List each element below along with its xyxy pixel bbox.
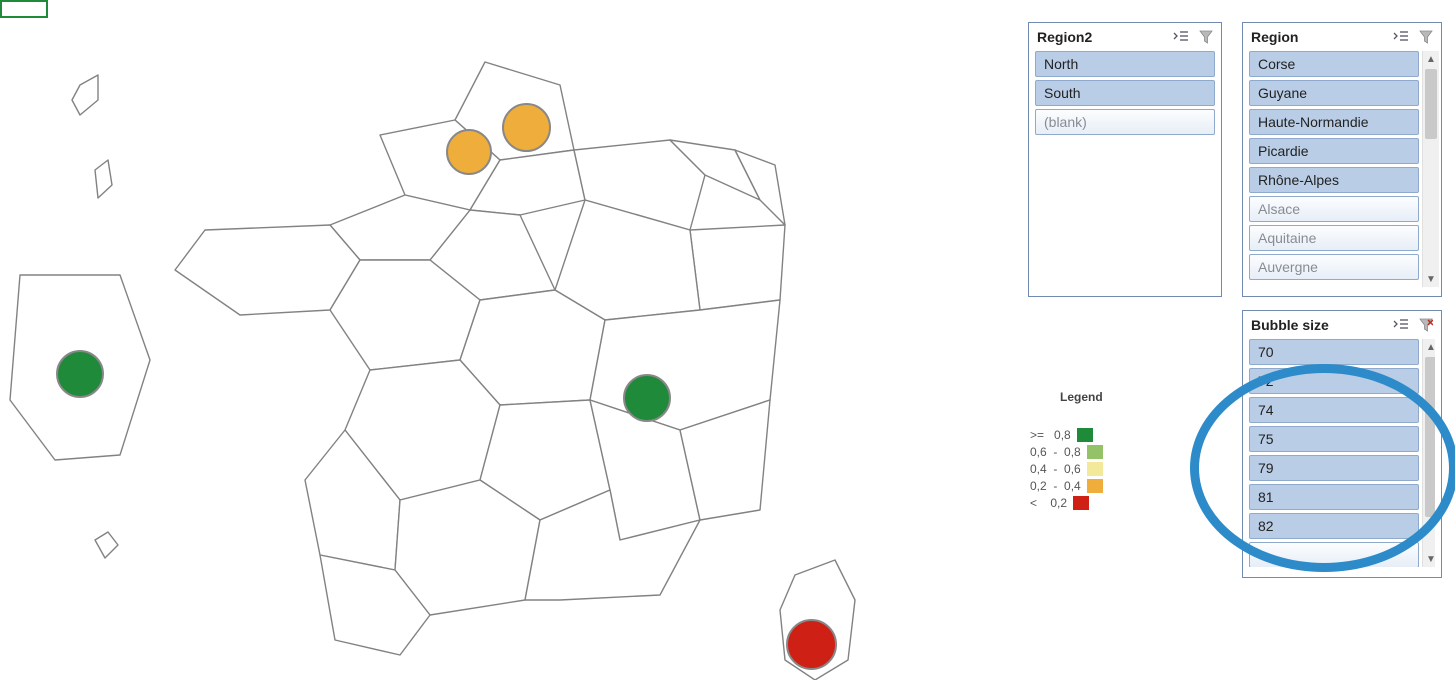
clear-filter-icon[interactable] [1199,30,1213,44]
slicer-item-82[interactable]: 82 [1249,513,1419,539]
bubble-haute-normandie[interactable] [446,129,492,175]
region-island-1 [72,75,98,115]
bubble-guyane[interactable] [56,350,104,398]
slicer-item-trailing[interactable] [1249,542,1419,567]
scrollbar[interactable]: ▲ ▼ [1422,51,1439,287]
legend-swatch-4 [1073,496,1089,510]
scroll-down-icon[interactable]: ▼ [1423,271,1439,287]
legend: Legend >= 0,8 0,6 - 0,8 0,4 - 0,6 0,2 - … [1030,390,1103,511]
legend-swatch-0 [1077,428,1093,442]
slicer-region-title: Region [1251,29,1298,45]
bubble-rhone-alpes[interactable] [623,374,671,422]
slicer-region-list: Corse Guyane Haute-Normandie Picardie Rh… [1249,51,1419,280]
slicer-item-alsace[interactable]: Alsace [1249,196,1419,222]
region-island-3 [95,532,118,558]
multiselect-icon[interactable] [1173,30,1189,44]
slicer-item-south[interactable]: South [1035,80,1215,106]
region-bretagne [175,225,360,315]
slicer-bubble-list: 70 72 74 75 79 81 82 [1249,339,1419,567]
slicer-region2[interactable]: Region2 North South (blank) [1028,22,1222,297]
legend-swatch-2 [1087,462,1103,476]
slicer-item-picardie[interactable]: Picardie [1249,138,1419,164]
slicer-item-blank[interactable]: (blank) [1035,109,1215,135]
region-island-2 [95,160,112,198]
scroll-up-icon[interactable]: ▲ [1423,51,1439,67]
legend-row-1: 0,6 - 0,8 [1030,443,1103,460]
slicer-bubble-size[interactable]: Bubble size 70 72 74 75 79 81 82 ▲ ▼ [1242,310,1442,578]
slicer-region2-list: North South (blank) [1035,51,1215,135]
scroll-up-icon[interactable]: ▲ [1423,339,1435,355]
region-franche-comte [690,225,785,310]
legend-title: Legend [1030,390,1103,404]
legend-row-3: 0,2 - 0,4 [1030,477,1103,494]
france-map-svg [0,0,1020,680]
multiselect-icon[interactable] [1393,318,1409,332]
slicer-item-81[interactable]: 81 [1249,484,1419,510]
multiselect-icon[interactable] [1393,30,1409,44]
legend-swatch-3 [1087,479,1103,493]
slicer-item-aquitaine[interactable]: Aquitaine [1249,225,1419,251]
legend-row-2: 0,4 - 0,6 [1030,460,1103,477]
legend-row-4: < 0,2 [1030,494,1103,511]
slicer-item-corse[interactable]: Corse [1249,51,1419,77]
scrollbar[interactable]: ▲ ▼ [1422,339,1435,567]
bubble-picardie[interactable] [502,103,551,152]
slicer-item-auvergne[interactable]: Auvergne [1249,254,1419,280]
slicer-item-70[interactable]: 70 [1249,339,1419,365]
slicer-item-haute-normandie[interactable]: Haute-Normandie [1249,109,1419,135]
bubble-corse[interactable] [786,619,837,670]
slicer-item-rhone-alpes[interactable]: Rhône-Alpes [1249,167,1419,193]
scroll-thumb[interactable] [1425,69,1437,139]
map-chart [0,0,1020,680]
slicer-region2-title: Region2 [1037,29,1092,45]
clear-filter-icon[interactable] [1419,318,1433,332]
slicer-region[interactable]: Region Corse Guyane Haute-Normandie Pica… [1242,22,1442,297]
scroll-down-icon[interactable]: ▼ [1423,551,1435,567]
slicer-item-74[interactable]: 74 [1249,397,1419,423]
legend-row-0: >= 0,8 [1030,426,1103,443]
slicer-item-guyane[interactable]: Guyane [1249,80,1419,106]
clear-filter-icon[interactable] [1419,30,1433,44]
legend-swatch-1 [1087,445,1103,459]
scroll-thumb[interactable] [1425,357,1435,517]
slicer-item-72[interactable]: 72 [1249,368,1419,394]
slicer-item-79[interactable]: 79 [1249,455,1419,481]
slicer-item-75[interactable]: 75 [1249,426,1419,452]
slicer-bubble-title: Bubble size [1251,317,1329,333]
slicer-item-north[interactable]: North [1035,51,1215,77]
